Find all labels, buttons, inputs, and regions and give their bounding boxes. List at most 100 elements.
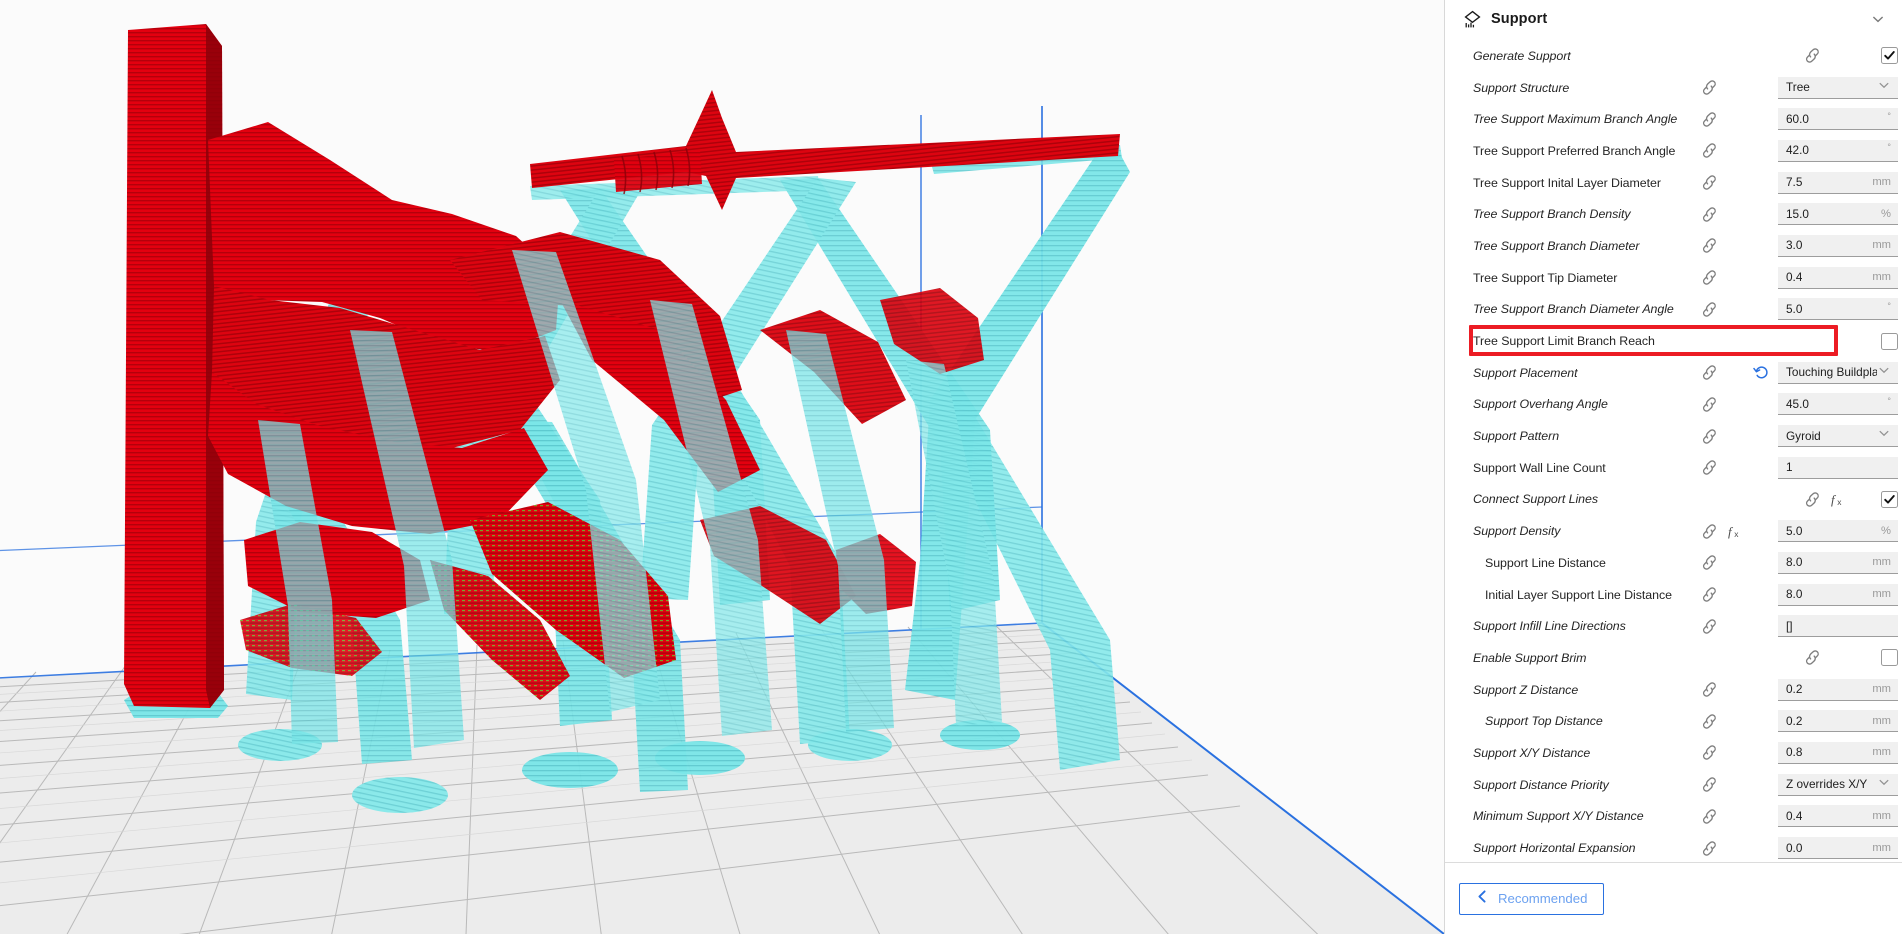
link-profile-icon[interactable] (1696, 142, 1722, 159)
setting-row[interactable]: Connect Support Lines f x (1445, 484, 1902, 516)
link-profile-icon[interactable] (1696, 396, 1722, 413)
chevron-down-icon[interactable] (1870, 11, 1886, 27)
setting-row[interactable]: Support Horizontal Expansion 0.0 mm (1445, 832, 1902, 862)
setting-row[interactable]: Support Line Distance 8.0 mm (1445, 547, 1902, 579)
link-profile-icon[interactable] (1696, 744, 1722, 761)
setting-value-input[interactable]: 0.4 mm (1778, 266, 1898, 289)
setting-value-input[interactable]: 3.0 mm (1778, 234, 1898, 257)
setting-value-input[interactable]: 1 (1778, 456, 1898, 479)
link-profile-icon[interactable] (1696, 523, 1722, 540)
setting-row[interactable]: Support Structure Tree (1445, 72, 1902, 104)
link-profile-icon[interactable] (1696, 111, 1722, 128)
setting-dropdown[interactable]: Z overrides X/Y (1778, 773, 1898, 796)
setting-unit-label: ° (1887, 142, 1891, 153)
setting-row[interactable]: Generate Support (1445, 40, 1902, 72)
setting-row[interactable]: Tree Support Branch Diameter 3.0 mm (1445, 230, 1902, 262)
svg-text:x: x (1734, 529, 1739, 539)
setting-unit-label: ° (1887, 110, 1891, 121)
3d-viewport[interactable] (0, 0, 1444, 934)
setting-row[interactable]: Tree Support Maximum Branch Angle 60.0 ° (1445, 103, 1902, 135)
support-structure-icon (1463, 10, 1482, 29)
setting-checkbox[interactable] (1881, 332, 1898, 350)
setting-value-input[interactable]: 5.0% (1778, 520, 1898, 543)
setting-row[interactable]: Tree Support Tip Diameter 0.4 mm (1445, 262, 1902, 294)
link-profile-icon[interactable] (1799, 47, 1825, 64)
link-profile-icon[interactable] (1696, 776, 1722, 793)
chevron-down-icon[interactable] (1877, 426, 1891, 445)
chevron-down-icon[interactable] (1877, 78, 1891, 97)
link-profile-icon[interactable] (1696, 618, 1722, 635)
chevron-down-icon[interactable] (1877, 775, 1891, 794)
setting-dropdown[interactable]: Touching Buildplate (1778, 361, 1898, 384)
setting-row[interactable]: Tree Support Branch Density 15.0% (1445, 198, 1902, 230)
setting-row[interactable]: Support Overhang Angle 45.0 ° (1445, 389, 1902, 421)
setting-row[interactable]: Support Density f x 5.0% (1445, 515, 1902, 547)
setting-value-input[interactable]: 0.4 mm (1778, 805, 1898, 828)
link-profile-icon[interactable] (1799, 491, 1825, 508)
recommended-button[interactable]: Recommended (1459, 882, 1605, 915)
link-profile-icon[interactable] (1696, 713, 1722, 730)
setting-row[interactable]: Tree Support Inital Layer Diameter 7.5 mm (1445, 167, 1902, 199)
setting-value-text: 0.4 (1786, 270, 1803, 285)
link-profile-icon[interactable] (1696, 808, 1722, 825)
link-profile-icon[interactable] (1799, 649, 1825, 666)
link-profile-icon[interactable] (1696, 681, 1722, 698)
chevron-down-icon[interactable] (1877, 363, 1891, 382)
link-profile-icon[interactable] (1696, 840, 1722, 857)
link-profile-icon[interactable] (1696, 237, 1722, 254)
setting-label: Support Placement (1473, 365, 1578, 380)
setting-row[interactable]: Support Distance Priority Z overrides X/Y (1445, 769, 1902, 801)
setting-value-input[interactable]: 0.8 mm (1778, 741, 1898, 764)
setting-value-input[interactable]: 0.0 mm (1778, 837, 1898, 860)
setting-dropdown[interactable]: Gyroid (1778, 425, 1898, 448)
link-profile-icon[interactable] (1696, 269, 1722, 286)
setting-value-input[interactable]: 60.0 ° (1778, 108, 1898, 131)
setting-controls (1799, 649, 1898, 667)
setting-row[interactable]: Support Top Distance 0.2 mm (1445, 705, 1902, 737)
settings-list[interactable]: Generate Support Support Structure Tree Tre… (1445, 38, 1902, 862)
link-profile-icon[interactable] (1696, 554, 1722, 571)
setting-unit-label: mm (1872, 176, 1891, 189)
setting-checkbox[interactable] (1881, 490, 1898, 508)
setting-value-input[interactable]: 15.0% (1778, 203, 1898, 226)
setting-value-input[interactable]: 5.0 ° (1778, 298, 1898, 321)
setting-checkbox[interactable] (1881, 649, 1898, 667)
setting-row[interactable]: Minimum Support X/Y Distance 0.4 mm (1445, 801, 1902, 833)
setting-row[interactable]: Support Z Distance 0.2 mm (1445, 674, 1902, 706)
setting-row[interactable]: Support Wall Line Count 1 (1445, 452, 1902, 484)
link-profile-icon[interactable] (1696, 79, 1722, 96)
setting-value-input[interactable]: 45.0 ° (1778, 393, 1898, 416)
function-formula-icon[interactable]: fx (1825, 491, 1851, 508)
setting-value-input[interactable]: 8.0 mm (1778, 551, 1898, 574)
setting-row[interactable]: Support Pattern Gyroid (1445, 420, 1902, 452)
setting-row[interactable]: Initial Layer Support Line Distance 8.0 mm (1445, 579, 1902, 611)
link-profile-icon[interactable] (1696, 301, 1722, 318)
setting-row[interactable]: Tree Support Limit Branch Reach (1445, 325, 1902, 357)
panel-header[interactable]: Support (1445, 0, 1902, 38)
setting-row[interactable]: Support Infill Line Directions [] (1445, 610, 1902, 642)
setting-value-input[interactable]: 42.0 ° (1778, 139, 1898, 162)
setting-value-input[interactable]: [] (1778, 615, 1898, 638)
setting-value-input[interactable]: 7.5 mm (1778, 171, 1898, 194)
setting-row[interactable]: Enable Support Brim (1445, 642, 1902, 674)
link-profile-icon[interactable] (1696, 364, 1722, 381)
setting-value-input[interactable]: 8.0 mm (1778, 583, 1898, 606)
function-formula-icon[interactable]: fx (1722, 523, 1748, 540)
setting-row[interactable]: Tree Support Preferred Branch Angle 42.0 ° (1445, 135, 1902, 167)
setting-label: Support Horizontal Expansion (1473, 841, 1636, 856)
setting-value-text: 0.4 (1786, 808, 1803, 823)
link-profile-icon[interactable] (1696, 459, 1722, 476)
setting-row[interactable]: Tree Support Branch Diameter Angle 5.0 ° (1445, 294, 1902, 326)
setting-dropdown[interactable]: Tree (1778, 76, 1898, 99)
setting-value-input[interactable]: 0.2 mm (1778, 710, 1898, 733)
link-profile-icon[interactable] (1696, 428, 1722, 445)
setting-value-input[interactable]: 0.2 mm (1778, 678, 1898, 701)
link-profile-icon[interactable] (1696, 586, 1722, 603)
setting-row[interactable]: Support Placement Touching Buildplate (1445, 357, 1902, 389)
setting-value-text: 3.0 (1786, 238, 1803, 253)
link-profile-icon[interactable] (1696, 206, 1722, 223)
revert-to-default-icon[interactable] (1748, 364, 1774, 381)
setting-row[interactable]: Support X/Y Distance 0.8 mm (1445, 737, 1902, 769)
link-profile-icon[interactable] (1696, 174, 1722, 191)
setting-checkbox[interactable] (1881, 47, 1898, 65)
